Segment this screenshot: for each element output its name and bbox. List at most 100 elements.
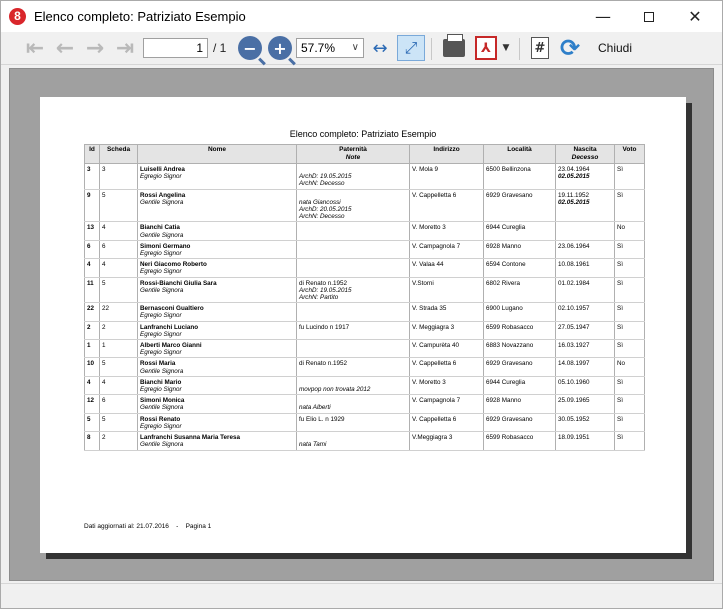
cell-scheda: 2 <box>99 431 138 451</box>
toolbar-separator <box>519 38 520 60</box>
cell-voto: Sì <box>614 394 645 414</box>
close-window-button[interactable]: ✕ <box>672 1 718 32</box>
cell-paternita <box>296 258 410 278</box>
birth-date: 05.10.1960 <box>558 378 590 386</box>
birth-date: 14.08.1997 <box>558 360 590 368</box>
zoom-select[interactable]: 57.7% ∨ <box>296 38 364 58</box>
cell-indirizzo: V. Campurèta 40 <box>409 339 484 359</box>
person-name: Lanfranchi Luciano <box>140 323 199 331</box>
report-title: Elenco completo: Patriziato Esempio <box>289 129 437 139</box>
minimize-button[interactable]: — <box>580 1 626 32</box>
col-paternita: Paternità Note <box>296 144 410 164</box>
cell-nascita: 25.09.1965 <box>555 394 615 414</box>
col-id: Id <box>84 144 100 164</box>
cell-indirizzo: V. Cappelletta 6 <box>409 413 484 433</box>
zoom-out-button[interactable]: − <box>237 35 263 61</box>
pdf-dropdown-button[interactable]: ▼ <box>501 35 511 61</box>
cell-nascita: 10.08.1961 <box>555 258 615 278</box>
cell-scheda: 4 <box>99 221 138 241</box>
death-date: 02.05.2015 <box>558 198 590 206</box>
col-note-label: Note <box>345 154 361 161</box>
birth-date <box>558 224 612 231</box>
close-button[interactable]: Chiudi <box>598 41 632 55</box>
cell-localita: 6929 Gravesano <box>483 189 556 223</box>
page-number-input[interactable]: 1 <box>143 38 208 58</box>
cell-nascita: 16.03.1927 <box>555 339 615 359</box>
paternita-line: nata Giancossi <box>299 198 341 206</box>
cell-nome: Rossi Maria Gentile Signora <box>137 357 297 377</box>
cell-localita: 6929 Gravesano <box>483 413 556 433</box>
table-row: 6 6 Simoni Germano Egregio Signor V. Campagn… <box>84 240 645 260</box>
next-page-button[interactable]: → <box>83 35 107 61</box>
cell-id: 10 <box>84 357 100 377</box>
pdf-export-button[interactable]: ⅄ <box>473 35 499 61</box>
report-table-body: 3 3 Luiselli Andrea Egregio Signor ArchD: 1… <box>84 163 645 451</box>
paternita-line <box>299 166 407 173</box>
cell-nascita: 05.10.1960 <box>555 376 615 396</box>
person-name: Simoni Germano <box>140 242 191 250</box>
cell-localita: 6928 Manno <box>483 394 556 414</box>
person-salutation: Egregio Signor <box>140 268 182 276</box>
person-name: Simoni Monica <box>140 397 185 405</box>
zoom-out-icon: − <box>238 36 262 60</box>
cell-localita: 6928 Manno <box>483 240 556 260</box>
fit-page-button[interactable]: ⤢ <box>397 35 425 61</box>
cell-indirizzo: V. Campagnola 7 <box>409 240 484 260</box>
cell-paternita: di Renato n.1952 ArchD: 19.05.2015 ArchN: … <box>296 277 410 304</box>
paternita-line: movpop non trovata 2012 <box>299 386 371 394</box>
cell-paternita: di Renato n.1952 <box>296 357 410 377</box>
cell-nascita: 27.05.1947 <box>555 321 615 341</box>
footer-separator: - <box>176 523 179 530</box>
person-name: Bianchi Mario <box>140 378 182 386</box>
cell-localita: 6500 Bellinzona <box>483 163 556 190</box>
cell-paternita <box>296 240 410 260</box>
table-row: 13 4 Bianchi Catia Gentile Signora V. Morett… <box>84 221 645 241</box>
person-name: Rossi-Bianchi Giulia Sara <box>140 279 217 287</box>
cell-indirizzo: V. Moretto 3 <box>409 376 484 396</box>
person-name: Rossi Angelina <box>140 191 186 199</box>
fit-width-button[interactable]: ↔ <box>368 35 392 61</box>
col-nome: Nome <box>137 144 297 164</box>
cell-voto: Sì <box>614 258 645 278</box>
cell-nascita: 02.10.1957 <box>555 302 615 322</box>
person-salutation: Egregio Signor <box>140 422 182 430</box>
maximize-button[interactable] <box>626 1 672 32</box>
cell-indirizzo: V.Meggiagra 3 <box>409 431 484 451</box>
preview-viewport[interactable]: Elenco completo: Patriziato Esempio Id S… <box>9 68 714 581</box>
print-button[interactable] <box>441 34 467 61</box>
cell-nome: Lanfranchi Susanna Maria Teresa Gentile S… <box>137 431 297 451</box>
cell-paternita <box>296 302 410 322</box>
cell-scheda: 5 <box>99 357 138 377</box>
cell-localita: 6883 Novazzano <box>483 339 556 359</box>
cell-scheda: 1 <box>99 339 138 359</box>
next-page-icon: → <box>85 35 105 61</box>
zoom-in-button[interactable]: + <box>267 35 293 61</box>
paternita-line: ArchD: 19.05.2015 <box>299 173 352 181</box>
person-name: Alberti Marco Gianni <box>140 342 202 350</box>
page-numbering-button[interactable]: # <box>529 35 551 61</box>
close-icon: ✕ <box>688 7 702 26</box>
birth-date: 19.11.1952 <box>558 191 590 199</box>
cell-nome: Luiselli Andrea Egregio Signor <box>137 163 297 190</box>
birth-date: 30.05.1952 <box>558 415 590 423</box>
cell-nome: Rossi-Bianchi Giulia Sara Gentile Signora <box>137 277 297 304</box>
cell-id: 1 <box>84 339 100 359</box>
cell-paternita: movpop non trovata 2012 <box>296 376 410 396</box>
first-page-button[interactable]: ⇤ <box>23 35 47 61</box>
cell-nascita: 14.08.1997 <box>555 357 615 377</box>
table-row: 8 2 Lanfranchi Susanna Maria Teresa Gentile… <box>84 431 645 451</box>
report-page: Elenco completo: Patriziato Esempio Id S… <box>40 97 686 553</box>
col-voto: Voto <box>614 144 645 164</box>
cell-localita: 6944 Cureglia <box>483 221 556 241</box>
death-date: 02.05.2015 <box>558 173 590 181</box>
refresh-button[interactable]: ⟳ <box>557 34 583 62</box>
last-page-button[interactable]: ⇥ <box>113 35 137 61</box>
page-total: / 1 <box>213 41 227 55</box>
person-name: Rossi Maria <box>140 360 176 368</box>
col-indirizzo: Indirizzo <box>409 144 484 164</box>
cell-scheda: 4 <box>99 376 138 396</box>
cell-paternita: ArchD: 19.05.2015 ArchN: Decesso <box>296 163 410 190</box>
cell-id: 13 <box>84 221 100 241</box>
prev-page-button[interactable]: ← <box>53 35 77 61</box>
cell-nascita <box>555 221 615 241</box>
